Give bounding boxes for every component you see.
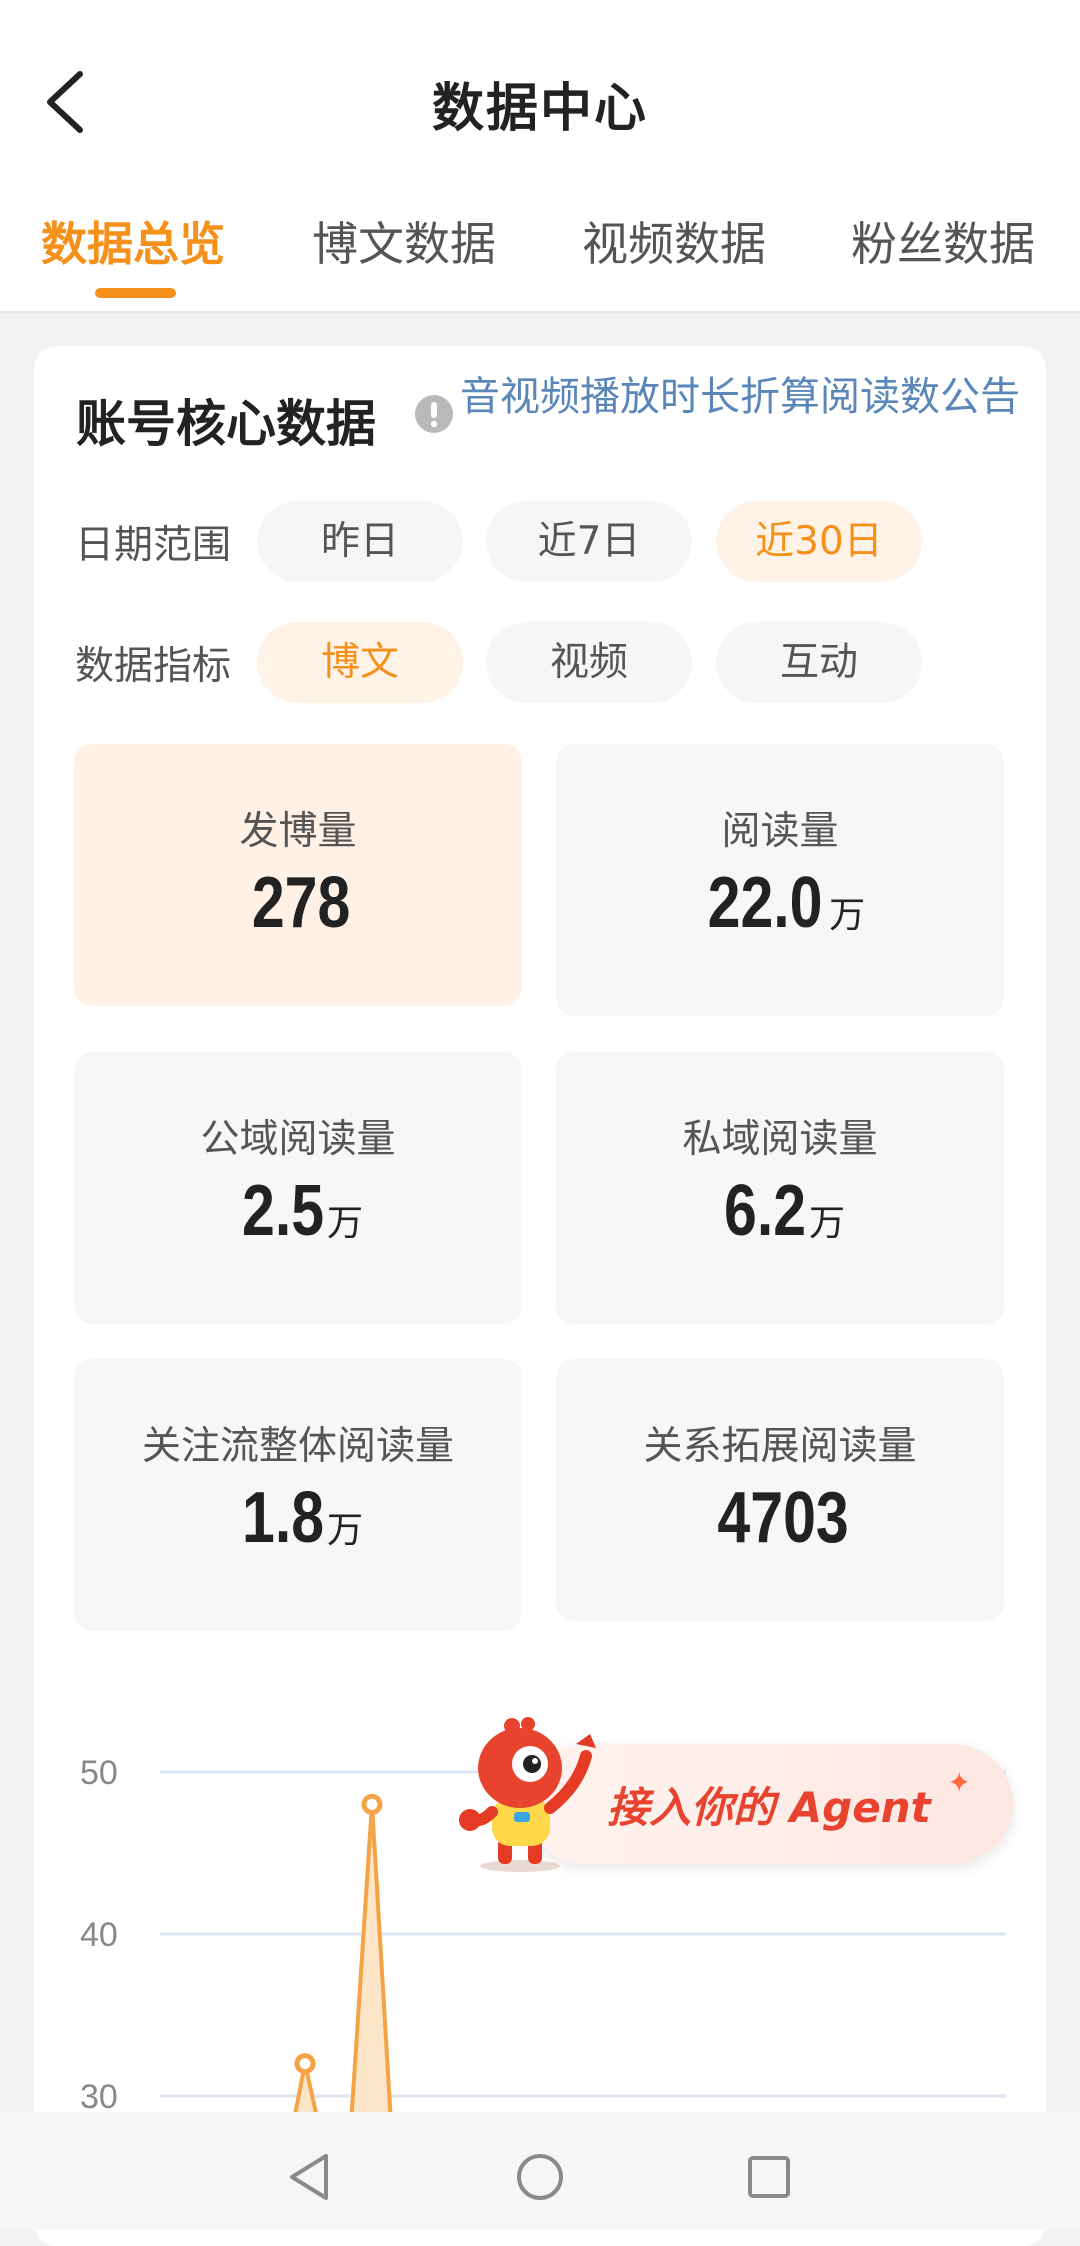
agent-banner-text: 接入你的 Agent: [607, 1783, 931, 1832]
date-option-7days[interactable]: 近7日: [486, 501, 692, 582]
metric-option-video[interactable]: 视频: [486, 622, 692, 703]
y-tick-label: 40: [80, 1916, 118, 1954]
app-header: 数据中心 数据总览 博文数据 视频数据 粉丝数据: [0, 0, 1080, 313]
metric-type-label: 数据指标: [75, 644, 232, 689]
data-point[interactable]: [361, 1793, 383, 1815]
tab-fans-data[interactable]: 粉丝数据: [851, 208, 1035, 274]
metric-tile-public-reads[interactable]: 公域阅读量 2.5万: [74, 1052, 522, 1324]
metric-value: 278: [251, 863, 351, 943]
metric-tile-posts[interactable]: 发博量 278: [74, 744, 522, 1006]
metric-tile-private-reads[interactable]: 私域阅读量 6.2万: [556, 1052, 1004, 1324]
metric-tile-follow-feed-reads[interactable]: 关注流整体阅读量 1.8万: [74, 1359, 522, 1631]
back-triangle-icon[interactable]: [286, 2152, 332, 2202]
recents-square-icon[interactable]: [746, 2154, 792, 2200]
sparkle-icon: ✦: [947, 1766, 971, 1799]
metric-option-interaction[interactable]: 互动: [716, 622, 922, 703]
home-circle-icon[interactable]: [515, 2152, 565, 2202]
metric-value: 6.2: [723, 1171, 807, 1251]
metric-option-posts[interactable]: 博文: [257, 622, 463, 703]
info-icon[interactable]: [414, 394, 454, 434]
metric-unit: 万: [829, 895, 866, 936]
metric-label: 私域阅读量: [682, 1117, 878, 1162]
metric-unit: 万: [327, 1203, 364, 1244]
metric-value: 2.5: [241, 1171, 325, 1251]
tab-post-data[interactable]: 博文数据: [312, 208, 496, 274]
y-tick-label: 30: [80, 2078, 118, 2116]
metric-tile-relation-reads[interactable]: 关系拓展阅读量 4703: [556, 1359, 1004, 1621]
active-tab-indicator: [95, 288, 176, 298]
metric-tile-reads[interactable]: 阅读量 22.0 万: [556, 744, 1004, 1016]
page-title: 数据中心: [431, 79, 648, 139]
tab-video-data[interactable]: 视频数据: [582, 208, 766, 274]
metric-unit: 万: [809, 1203, 846, 1244]
playback-notice-link[interactable]: 音视频播放时长折算阅读数公告: [460, 376, 1040, 419]
metric-value: 1.8: [241, 1478, 325, 1558]
metric-value: 4703: [717, 1478, 849, 1558]
tab-overview[interactable]: 数据总览: [41, 208, 225, 274]
metric-label: 阅读量: [721, 809, 839, 854]
date-option-30days[interactable]: 近30日: [716, 501, 922, 582]
y-tick-label: 50: [80, 1754, 118, 1792]
metric-label: 公域阅读量: [200, 1117, 396, 1162]
metric-value: 22.0: [707, 863, 823, 943]
metric-label: 发博量: [239, 809, 357, 854]
date-range-label: 日期范围: [75, 523, 232, 568]
metric-label: 关注流整体阅读量: [141, 1424, 454, 1469]
data-point[interactable]: [294, 2053, 316, 2075]
metric-unit: 万: [327, 1510, 364, 1551]
system-nav-bar: [0, 2112, 1080, 2230]
date-option-yesterday[interactable]: 昨日: [257, 501, 463, 582]
mascot-icon: [459, 1717, 596, 1872]
card-title: 账号核心数据: [76, 395, 376, 453]
metric-label: 关系拓展阅读量: [643, 1424, 917, 1469]
